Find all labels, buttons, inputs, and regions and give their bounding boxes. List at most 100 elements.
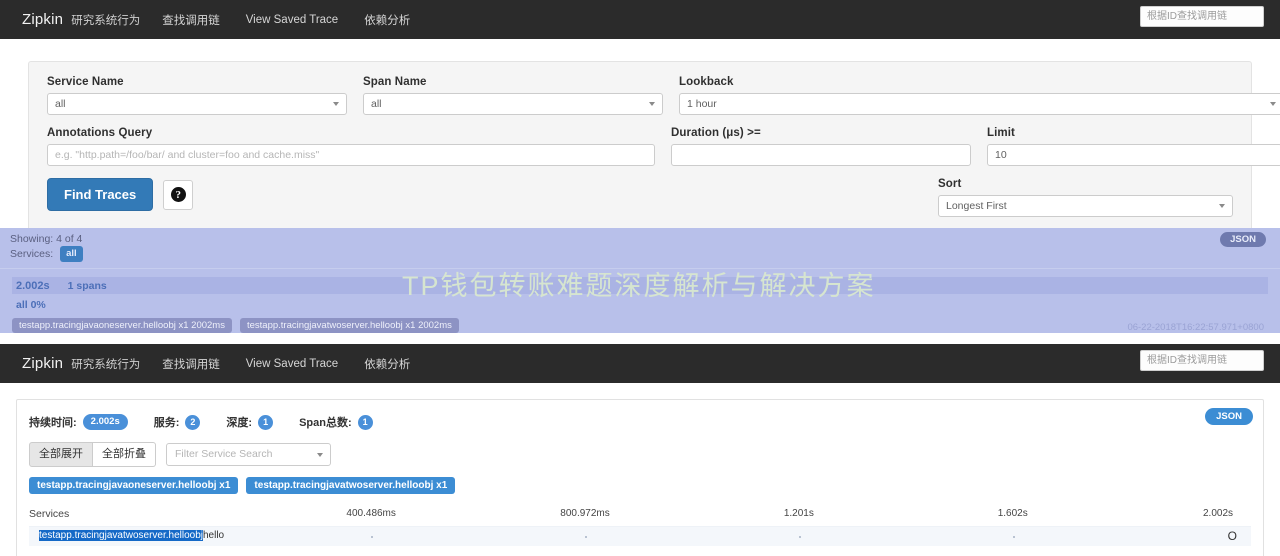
trace-detail-panel: 持续时间: 2.002s 服务: 2 深度: 1 Span总数: 1 JSON … — [16, 399, 1264, 556]
trace-duration: 2.002s — [16, 279, 50, 292]
screen-root: Zipkin 研究系统行为 查找调用链 View Saved Trace 依赖分… — [0, 0, 1280, 556]
span-name-select[interactable]: all — [363, 93, 663, 115]
zipkin-logo[interactable]: Zipkin — [22, 355, 63, 372]
timeline-tick: 800.972ms — [560, 508, 610, 520]
trace-service-badge[interactable]: testapp.tracingjavatwoserver.helloobj x1… — [239, 318, 459, 333]
limit-input[interactable]: 10 — [987, 144, 1280, 166]
stat-total-spans: Span总数: 1 — [299, 414, 373, 430]
trace-result-row[interactable]: 2.002s 1 spans all 0% testapp.tracingjav… — [0, 269, 1280, 333]
service-name-value: all — [55, 98, 66, 110]
detail-service-badge[interactable]: testapp.tracingjavaoneserver.helloobj x1 — [29, 477, 239, 495]
services-label: Services: — [10, 248, 54, 260]
zipkin-logo[interactable]: Zipkin — [22, 11, 63, 28]
limit-label: Limit — [987, 127, 1015, 139]
sort-label: Sort — [938, 178, 962, 190]
trace-service-badge[interactable]: testapp.tracingjavaoneserver.helloobj x1… — [12, 318, 232, 333]
trace-timestamp: 06-22-2018T16:22:57.971+0800 — [1127, 322, 1264, 333]
nav-link-find-traces[interactable]: 查找调用链 — [162, 356, 220, 372]
service-name-label: Service Name — [47, 76, 124, 88]
chevron-down-icon — [649, 102, 655, 106]
duration-input[interactable] — [671, 144, 971, 166]
expand-collapse-group: 全部展开 全部折叠 — [29, 442, 156, 468]
annotations-query-input[interactable]: e.g. "http.path=/foo/bar/ and cluster=fo… — [47, 144, 655, 166]
timeline-gridpoint — [1012, 536, 1015, 539]
results-area: Showing: 4 of 4 Services: all JSON 2.002… — [0, 228, 1280, 333]
trace-id-search-input[interactable]: 根据ID查找调用链 — [1140, 6, 1264, 27]
timeline-tick: 1.602s — [997, 508, 1028, 520]
trace-percent: all 0% — [16, 299, 46, 311]
nav-link-find-traces[interactable]: 查找调用链 — [162, 12, 220, 28]
navbar-tagline: 研究系统行为 — [71, 358, 141, 371]
navbar: Zipkin 研究系统行为 查找调用链 View Saved Trace 依赖分… — [0, 0, 1280, 39]
sort-value: Longest First — [946, 200, 1007, 212]
stat-total-spans-label: Span总数: — [299, 417, 352, 429]
sort-select[interactable]: Longest First — [938, 195, 1233, 217]
timeline-gridpoint — [585, 536, 587, 539]
trace-stats: 持续时间: 2.002s 服务: 2 深度: 1 Span总数: 1 JSON — [29, 408, 1253, 430]
stat-services-value: 2 — [185, 414, 201, 430]
stat-duration-label: 持续时间: — [29, 417, 77, 429]
timeline-span-label-selected: testapp.tracingjavatwoserver.helloobj — [39, 530, 203, 542]
nav-link-dependencies[interactable]: 依赖分析 — [364, 12, 410, 28]
expand-all-button[interactable]: 全部展开 — [29, 442, 93, 468]
chevron-down-icon — [1219, 204, 1225, 208]
duration-label: Duration (μs) >= — [671, 127, 761, 139]
trace-controls: 全部展开 全部折叠 Filter Service Search — [29, 442, 1251, 468]
detail-service-badge[interactable]: testapp.tracingjavatwoserver.helloobj x1 — [246, 477, 456, 495]
json-button[interactable]: JSON — [1220, 232, 1266, 247]
lookback-value: 1 hour — [687, 98, 717, 110]
collapse-all-button[interactable]: 全部折叠 — [93, 442, 156, 468]
search-row-2: Annotations Query e.g. "http.path=/foo/b… — [39, 127, 1280, 166]
stat-total-spans-value: 1 — [357, 414, 373, 430]
lookback-select[interactable]: 1 hour — [679, 93, 1280, 115]
limit-field: Limit 10 — [979, 127, 1280, 166]
stat-depth-value: 1 — [258, 414, 274, 430]
timeline-span-row[interactable]: testapp.tracingjavatwoserver.helloobjhel… — [29, 526, 1251, 547]
chevron-down-icon — [317, 452, 323, 457]
find-traces-button[interactable]: Find Traces — [47, 178, 154, 211]
trace-service-badges: testapp.tracingjavaoneserver.helloobj x1… — [12, 318, 1268, 333]
annotations-query-field: Annotations Query e.g. "http.path=/foo/b… — [39, 127, 663, 166]
span-name-value: all — [371, 98, 382, 110]
question-mark-icon: ? — [170, 187, 186, 202]
showing-count: Showing: 4 of 4 — [10, 233, 83, 245]
duration-field: Duration (μs) >= — [663, 127, 979, 166]
results-summary: Showing: 4 of 4 Services: all JSON — [0, 228, 1280, 269]
trace-id-search-input[interactable]: 根据ID查找调用链 — [1140, 350, 1264, 371]
zipkin-trace-detail-window: Zipkin 研究系统行为 查找调用链 View Saved Trace 依赖分… — [0, 344, 1280, 556]
detail-service-badges: testapp.tracingjavaoneserver.helloobj x1… — [29, 477, 1251, 495]
stat-services: 服务: 2 — [154, 414, 201, 430]
trace-detail-wrapper: 持续时间: 2.002s 服务: 2 深度: 1 Span总数: 1 JSON … — [0, 383, 1280, 556]
navbar-tagline: 研究系统行为 — [71, 14, 141, 27]
json-button[interactable]: JSON — [1205, 408, 1253, 425]
timeline-gridpoint — [371, 536, 374, 539]
window-divider — [0, 333, 1280, 344]
search-panel-wrapper: Service Name all Span Name all Lookback … — [0, 39, 1280, 232]
search-row-3: Find Traces ? Sort Longest First — [39, 178, 1241, 217]
stat-depth: 深度: 1 — [226, 414, 274, 430]
nav-link-dependencies[interactable]: 依赖分析 — [364, 356, 410, 372]
timeline-span-label: testapp.tracingjavatwoserver.helloobjhel… — [39, 530, 225, 542]
stat-services-label: 服务: — [153, 417, 180, 429]
trace-span-count: 1 spans — [67, 279, 107, 292]
nav-link-view-saved-trace[interactable]: View Saved Trace — [246, 14, 338, 26]
stat-depth-label: 深度: — [226, 417, 253, 429]
timeline-tick: 400.486ms — [346, 508, 396, 520]
services-filter-summary: Services: all — [10, 246, 1270, 262]
timeline-span-label-rest: hello — [202, 530, 225, 542]
nav-link-view-saved-trace[interactable]: View Saved Trace — [246, 358, 338, 370]
timeline-right-marker: O — [1227, 529, 1237, 544]
timeline-services-header: Services — [29, 508, 70, 521]
services-value-badge[interactable]: all — [60, 246, 83, 262]
filter-service-placeholder: Filter Service Search — [175, 448, 273, 461]
service-name-select[interactable]: all — [47, 93, 347, 115]
navbar-2: Zipkin 研究系统行为 查找调用链 View Saved Trace 依赖分… — [0, 344, 1280, 383]
lookback-field: Lookback 1 hour — [671, 76, 1280, 115]
service-name-field: Service Name all — [39, 76, 355, 115]
span-name-field: Span Name all — [355, 76, 671, 115]
annotations-query-label: Annotations Query — [47, 127, 153, 139]
trace-timeline: Services 400.486ms 800.972ms 1.201s 1.60… — [29, 508, 1251, 547]
search-panel: Service Name all Span Name all Lookback … — [28, 61, 1280, 232]
help-button[interactable]: ? — [163, 179, 194, 210]
filter-service-select[interactable]: Filter Service Search — [166, 443, 331, 467]
